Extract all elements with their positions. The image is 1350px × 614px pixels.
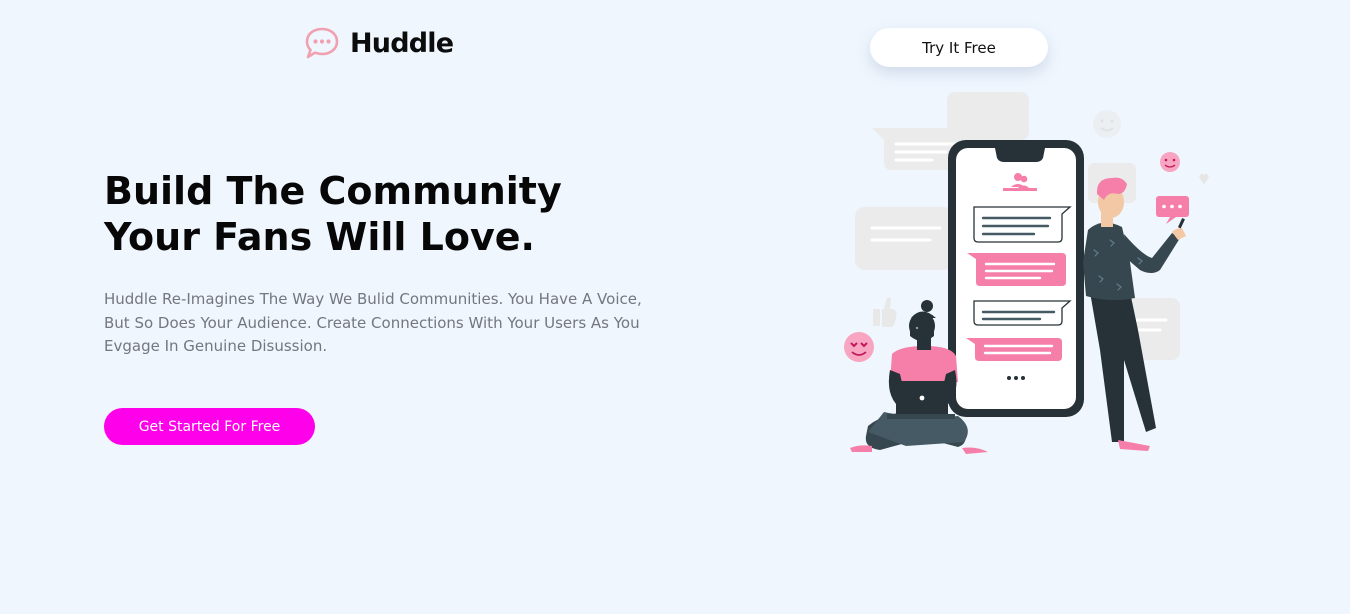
try-it-free-button[interactable]: Try It Free	[870, 28, 1048, 67]
emoji-smile-faded	[1093, 110, 1121, 138]
hero-description: Huddle Re-Imagines The Way We Bulid Comm…	[104, 288, 664, 359]
hero-description-line-2: But So Does Your Audience. Create Connec…	[104, 313, 640, 332]
chat-bubble-icon	[305, 27, 339, 59]
landing-page: Huddle Try It Free Build The Community Y…	[0, 0, 1350, 614]
phone-message-4	[966, 338, 1062, 361]
hero-headline-line-1: Build The Community	[104, 169, 562, 213]
emoji-smile-pink	[1160, 152, 1180, 172]
thumbs-up-faded	[873, 297, 897, 327]
get-started-button[interactable]: Get Started For Free	[104, 408, 315, 445]
heart-faded	[1199, 173, 1209, 184]
hero-headline: Build The Community Your Fans Will Love.	[104, 168, 624, 260]
hero-description-line-3: Evgage In Genuine Disussion.	[104, 337, 328, 355]
brand-name: Huddle	[350, 27, 454, 59]
brand-logo[interactable]: Huddle	[304, 26, 454, 60]
phone-message-2	[967, 253, 1066, 286]
phone-message-1	[973, 206, 1072, 243]
emoji-love-pink	[844, 332, 874, 362]
hero-headline-line-2: Your Fans Will Love.	[104, 215, 535, 259]
hero-description-line-1: Huddle Re-Imagines The Way We Bulid Comm…	[104, 290, 642, 308]
phone-message-3	[973, 300, 1072, 326]
phone	[948, 140, 1084, 417]
hero-illustration	[844, 92, 1209, 454]
